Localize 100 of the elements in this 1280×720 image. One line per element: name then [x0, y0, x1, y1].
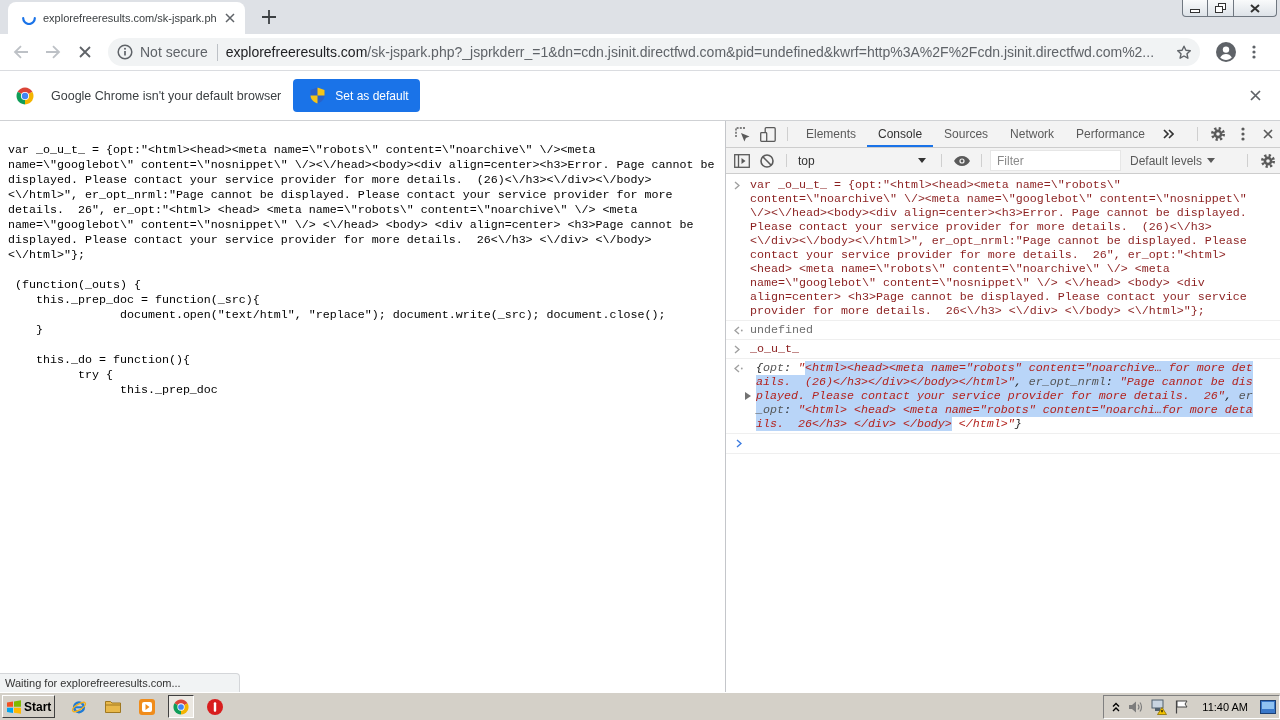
console-line: align=center> <h3>Page cannot be displayed. Please contact your service — [750, 290, 1247, 304]
minimize-icon — [1190, 9, 1200, 13]
code-line: document.open("text/html", "replace"); document.write(_src); document.close(); — [119, 308, 666, 322]
code-token: opt — [763, 361, 784, 375]
devtools-tab[interactable]: Network — [999, 121, 1066, 147]
console-line: content=\"noarchive\" \/><meta name=\"googlebot\" content=\"nosnippet\" — [750, 192, 1247, 206]
speaker-icon[interactable] — [1128, 699, 1144, 714]
console-line: Please contact your service provider for more details. (26)<\/h3> — [750, 220, 1213, 234]
prompt-icon — [736, 439, 742, 448]
shield-icon — [310, 87, 326, 104]
console-line: <\/div><\/body><\/html>", er_opt_nrml:"Page cannot be displayed. Please — [750, 234, 1247, 248]
infobar-message: Google Chrome isn't your default browser — [51, 88, 282, 103]
start-button[interactable]: Start — [2, 695, 55, 718]
devtools-tab[interactable]: Sources — [933, 121, 1000, 147]
minimize-button[interactable] — [1182, 0, 1208, 17]
devtools-tab[interactable]: Elements — [795, 121, 868, 147]
code-token: ils. 26</h3> </div> </body> — [756, 417, 952, 431]
close-icon[interactable] — [1250, 90, 1261, 101]
code-token: <html><head><meta name="robots" content="noarchive… for more det — [805, 361, 1253, 375]
code-token: er_opt_nrml — [1028, 375, 1106, 389]
code-line: <\/html>", er_opt_nrml:"Page cannot be displayed. Please contact your service provider for more — [8, 188, 673, 202]
code-line: name=\"googlebot\" content=\"nosnippet\" \/> <\/head> <body> <div align=center> <h3>Page cannot be — [8, 218, 694, 232]
browser-logo-icon — [173, 698, 189, 715]
folder-icon — [105, 700, 121, 713]
close-window-button[interactable] — [1234, 0, 1277, 17]
block-icon[interactable] — [759, 153, 774, 168]
code-line: var _o_u_t_ = {opt:"<html><head><meta name=\"robots\" content=\"noarchive\" \/><meta — [8, 143, 596, 157]
restore-icon — [1215, 3, 1226, 13]
code-line: displayed. Please contact your service provider for more details. 26<\/h3> <\/div> <\/body> — [8, 233, 652, 247]
console-line: _o_u_t_ — [750, 342, 799, 356]
flag-icon[interactable] — [1175, 699, 1189, 714]
console-line: name=\"googlebot\" content=\"nosnippet\" \/> <\/head> <body> <div — [750, 276, 1206, 290]
code-line: } — [36, 323, 43, 337]
code-line: this._prep_doc — [119, 383, 218, 397]
code-token: } — [1014, 417, 1022, 431]
code-line: name=\"googlebot\" content=\"nosnippet\" \/><\/head><body><div align=center><h3>Error. Page cannot be — [8, 158, 715, 172]
stop-icon[interactable] — [79, 46, 91, 58]
settings-icon[interactable] — [1209, 126, 1226, 142]
browser-tab[interactable]: explorefreeresults.com/sk-jspark.ph — [8, 2, 245, 34]
code-line: (function(_outs) { — [15, 278, 141, 292]
chevron-up-icon[interactable] — [1112, 701, 1121, 712]
code-line: details. 26", er_opt:"<html> <head> <meta name=\"robots\" content=\"noarchive\" \/> <meta — [8, 203, 638, 217]
star-icon[interactable] — [1176, 44, 1192, 60]
security-chip[interactable]: Not secure — [117, 44, 208, 60]
more-icon[interactable] — [1252, 45, 1256, 59]
info-icon — [117, 44, 133, 60]
console-line: \/><\/head><body><div align=center><h3>Error. Page cannot be displayed. — [750, 206, 1247, 220]
code-token: : — [784, 361, 792, 375]
context-select[interactable]: top — [794, 148, 934, 173]
new-tab-icon[interactable] — [262, 10, 276, 24]
close-icon[interactable] — [225, 13, 235, 23]
clock-text[interactable]: 11:40 AM — [1202, 700, 1248, 713]
settings-icon[interactable] — [1259, 152, 1276, 169]
code-token: "Page cannot be dis — [1119, 375, 1253, 389]
status-text: Waiting for explorefreeresults.com... — [0, 673, 240, 692]
caret-icon — [918, 158, 926, 163]
filter-field[interactable]: Filter — [990, 150, 1121, 171]
code-token: </html>" — [957, 417, 1015, 431]
console-line: contact your service provider for more details. 26", er_opt:"<html> — [750, 248, 1227, 262]
code-token: played. Please contact your service provider for more details. 26" — [756, 389, 1225, 403]
devtools-tab[interactable]: Performance — [1065, 121, 1156, 147]
monitor-warning-icon[interactable] — [1151, 698, 1168, 715]
code-token: " — [798, 361, 805, 375]
screen-icon[interactable] — [1260, 699, 1276, 714]
eye-icon[interactable] — [953, 155, 970, 166]
code-line: this._do = function(){ — [36, 353, 190, 367]
code-line: this._prep_doc = function(_src){ — [36, 293, 260, 307]
close-icon[interactable] — [1262, 129, 1273, 139]
code-line: displayed. Please contact your service provider for more details. (26)<\/h3><\/div><\/body> — [8, 173, 652, 187]
console-line: var _o_u_t_ = {opt:"<html><head><meta name=\"robots\" — [750, 178, 1122, 192]
device-icon[interactable] — [759, 126, 776, 142]
sidebar-icon[interactable] — [733, 153, 750, 168]
restore-button[interactable] — [1208, 0, 1234, 17]
account-icon[interactable] — [1216, 42, 1236, 62]
prompt-icon — [734, 344, 740, 354]
console-line: provider for more details. 26<\/h3> <\/div> <\/body> <\/html>"}; — [750, 304, 1206, 318]
more-icon[interactable] — [1240, 127, 1245, 141]
media-player-icon — [139, 698, 155, 715]
taskbar-button[interactable] — [168, 695, 194, 718]
address-bar[interactable]: Not secure explorefreeresults.com/sk-jspark.php?_jsprkderr_=1&dn=cdn.jsinit.directfwd.com&pid=undefined&kwrf=http%3A%2F%2Fcdn.jsinit.directfwd.com%2... — [108, 38, 1200, 66]
return-icon — [734, 325, 743, 335]
inspect-icon[interactable] — [735, 126, 750, 142]
code-token: ails. (26)</h3></div></body></html>" — [756, 375, 1015, 389]
set-default-button[interactable]: Set as default — [293, 79, 421, 112]
code-token: _opt — [756, 403, 784, 417]
e-ring-icon — [71, 698, 87, 715]
console-line: undefined — [750, 323, 813, 337]
code-token: { — [756, 361, 763, 375]
double-chevron-icon[interactable] — [1162, 129, 1174, 139]
code-line: try { — [77, 368, 113, 382]
windows-flag-icon — [6, 699, 22, 714]
levels-dropdown[interactable]: Default levels — [1130, 148, 1216, 173]
caret-icon — [1207, 158, 1216, 163]
code-token: "<html> <head> <meta name="robots" content="noarchi…for more deta — [798, 403, 1253, 417]
browser-logo-icon — [16, 86, 34, 105]
prompt-icon — [734, 180, 740, 190]
alert-circle-icon — [207, 698, 223, 715]
console-line: <head> <meta name=\"robots\" content=\"noarchive\" \/> <meta — [750, 262, 1171, 276]
code-line: <\/html>"}; — [8, 248, 85, 262]
return-icon — [734, 363, 743, 373]
